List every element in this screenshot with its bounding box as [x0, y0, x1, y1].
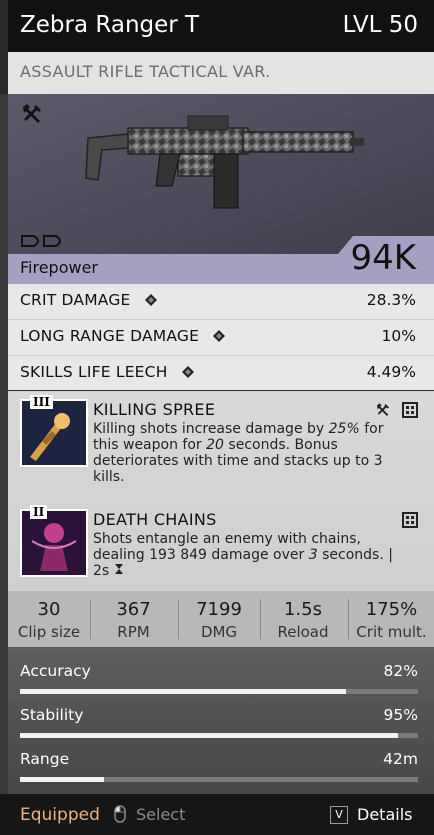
weapon-name: Zebra Ranger T [20, 12, 200, 38]
mod-killing-spree[interactable]: III KILLING SPREE Killing shots increase… [8, 391, 434, 501]
desc-value: 25% [328, 421, 360, 437]
cooldown-value: 2s [93, 563, 110, 579]
bar-track [20, 689, 418, 694]
desc-value: 3 [308, 547, 318, 563]
gem-icon [144, 294, 157, 306]
attribute-name-wrapper: LONG RANGE DAMAGE [20, 327, 226, 345]
weapon-type: ASSAULT RIFLE TACTICAL VAR. [20, 62, 271, 81]
attribute-row: LONG RANGE DAMAGE 10% [8, 320, 434, 356]
mod-name: KILLING SPREE [93, 400, 216, 419]
bar-fill [20, 777, 104, 782]
mod-icons [396, 512, 418, 528]
attribute-value: 10% [381, 327, 416, 345]
gem-icon [181, 366, 194, 378]
mod-rank: II [30, 505, 48, 519]
number-value: 367 [116, 599, 151, 620]
mod-death-chains[interactable]: II DEATH CHAINS Shots entangle an enemy … [8, 501, 434, 591]
footer-bar: Equipped Select V Details [0, 794, 434, 835]
bar-name: Range [20, 750, 70, 768]
grid-icon [402, 402, 418, 418]
attribute-name-wrapper: SKILLS LIFE LEECH [20, 363, 195, 381]
bar-name: Stability [20, 706, 84, 724]
number-label: Crit mult. [356, 623, 427, 641]
mod-description: Shots entangle an enemy with chains, dea… [93, 531, 403, 579]
desc-text: Killing shots increase damage by [93, 421, 329, 437]
bar-track [20, 777, 418, 782]
mod-icons [369, 402, 418, 418]
desc-value: 20 [206, 437, 224, 453]
bar-value: 82% [383, 662, 418, 680]
mod-rank: III [30, 395, 53, 409]
bar-fill [20, 689, 347, 694]
card-header: Zebra Ranger T LVL 50 [8, 0, 434, 52]
weapon-card: Zebra Ranger T LVL 50 ASSAULT RIFLE TACT… [0, 0, 434, 835]
tools-icon [23, 104, 41, 123]
number-label: RPM [117, 623, 150, 641]
firepower-label: Firepower [20, 258, 99, 277]
details-action[interactable]: Details [357, 805, 412, 824]
number-label: Reload [277, 623, 329, 641]
weapon-numbers: 30 Clip size 367 RPM 7199 DMG 1.5s Reloa… [8, 591, 434, 647]
desc-text: seconds. | [317, 547, 393, 563]
background-strip [0, 94, 8, 794]
number-crit-mult: 175% Crit mult. [349, 591, 434, 647]
attribute-row: SKILLS LIFE LEECH 4.49% [8, 356, 434, 391]
attribute-list: CRIT DAMAGE 28.3% LONG RANGE DAMAGE 10% … [8, 284, 434, 390]
weapon-type-bar: ASSAULT RIFLE TACTICAL VAR. [8, 52, 434, 94]
attribute-name-wrapper: CRIT DAMAGE [20, 291, 158, 309]
bar-value: 95% [383, 706, 418, 724]
bar-name: Accuracy [20, 662, 91, 680]
death-chains-icon [20, 509, 88, 577]
attribute-row: CRIT DAMAGE 28.3% [8, 284, 434, 320]
weapon-mods: III KILLING SPREE Killing shots increase… [8, 391, 434, 591]
number-value: 30 [37, 599, 61, 620]
number-clip-size: 30 Clip size [8, 591, 90, 647]
number-reload: 1.5s Reload [261, 591, 345, 647]
bar-fill [20, 733, 399, 738]
v-key-icon: V [330, 806, 348, 824]
attribute-value: 28.3% [366, 291, 416, 309]
weapon-bars: Accuracy 82% Stability 95% Range 42m [8, 647, 434, 794]
killing-spree-icon [20, 399, 88, 467]
number-dmg: 7199 DMG [179, 591, 259, 647]
equipped-status: Equipped [20, 805, 100, 825]
number-label: Clip size [17, 623, 81, 641]
bar-track [20, 733, 418, 738]
number-label: DMG [200, 623, 238, 641]
attribute-value: 4.49% [366, 363, 416, 381]
select-action[interactable]: Select [136, 805, 185, 824]
number-value: 1.5s [283, 599, 322, 620]
mod-description: Killing shots increase damage by 25% for… [93, 421, 403, 485]
number-value: 7199 [196, 599, 242, 620]
attribute-name: LONG RANGE DAMAGE [20, 327, 200, 345]
weapon-level: LVL 50 [342, 12, 418, 38]
bar-value: 42m [383, 750, 418, 768]
attribute-name: SKILLS LIFE LEECH [20, 363, 168, 381]
grid-icon [402, 512, 418, 528]
attribute-name: CRIT DAMAGE [20, 291, 131, 309]
rifle-image [85, 115, 364, 209]
hourglass-icon [114, 564, 123, 574]
firepower-band: Firepower 94K [8, 236, 434, 284]
tools-icon [376, 403, 389, 416]
number-rpm: 367 RPM [91, 591, 176, 647]
mouse-icon [114, 805, 126, 823]
number-value: 175% [365, 599, 418, 620]
firepower-value: 94K [350, 238, 416, 278]
mod-name: DEATH CHAINS [93, 510, 217, 529]
gem-icon [213, 330, 226, 342]
